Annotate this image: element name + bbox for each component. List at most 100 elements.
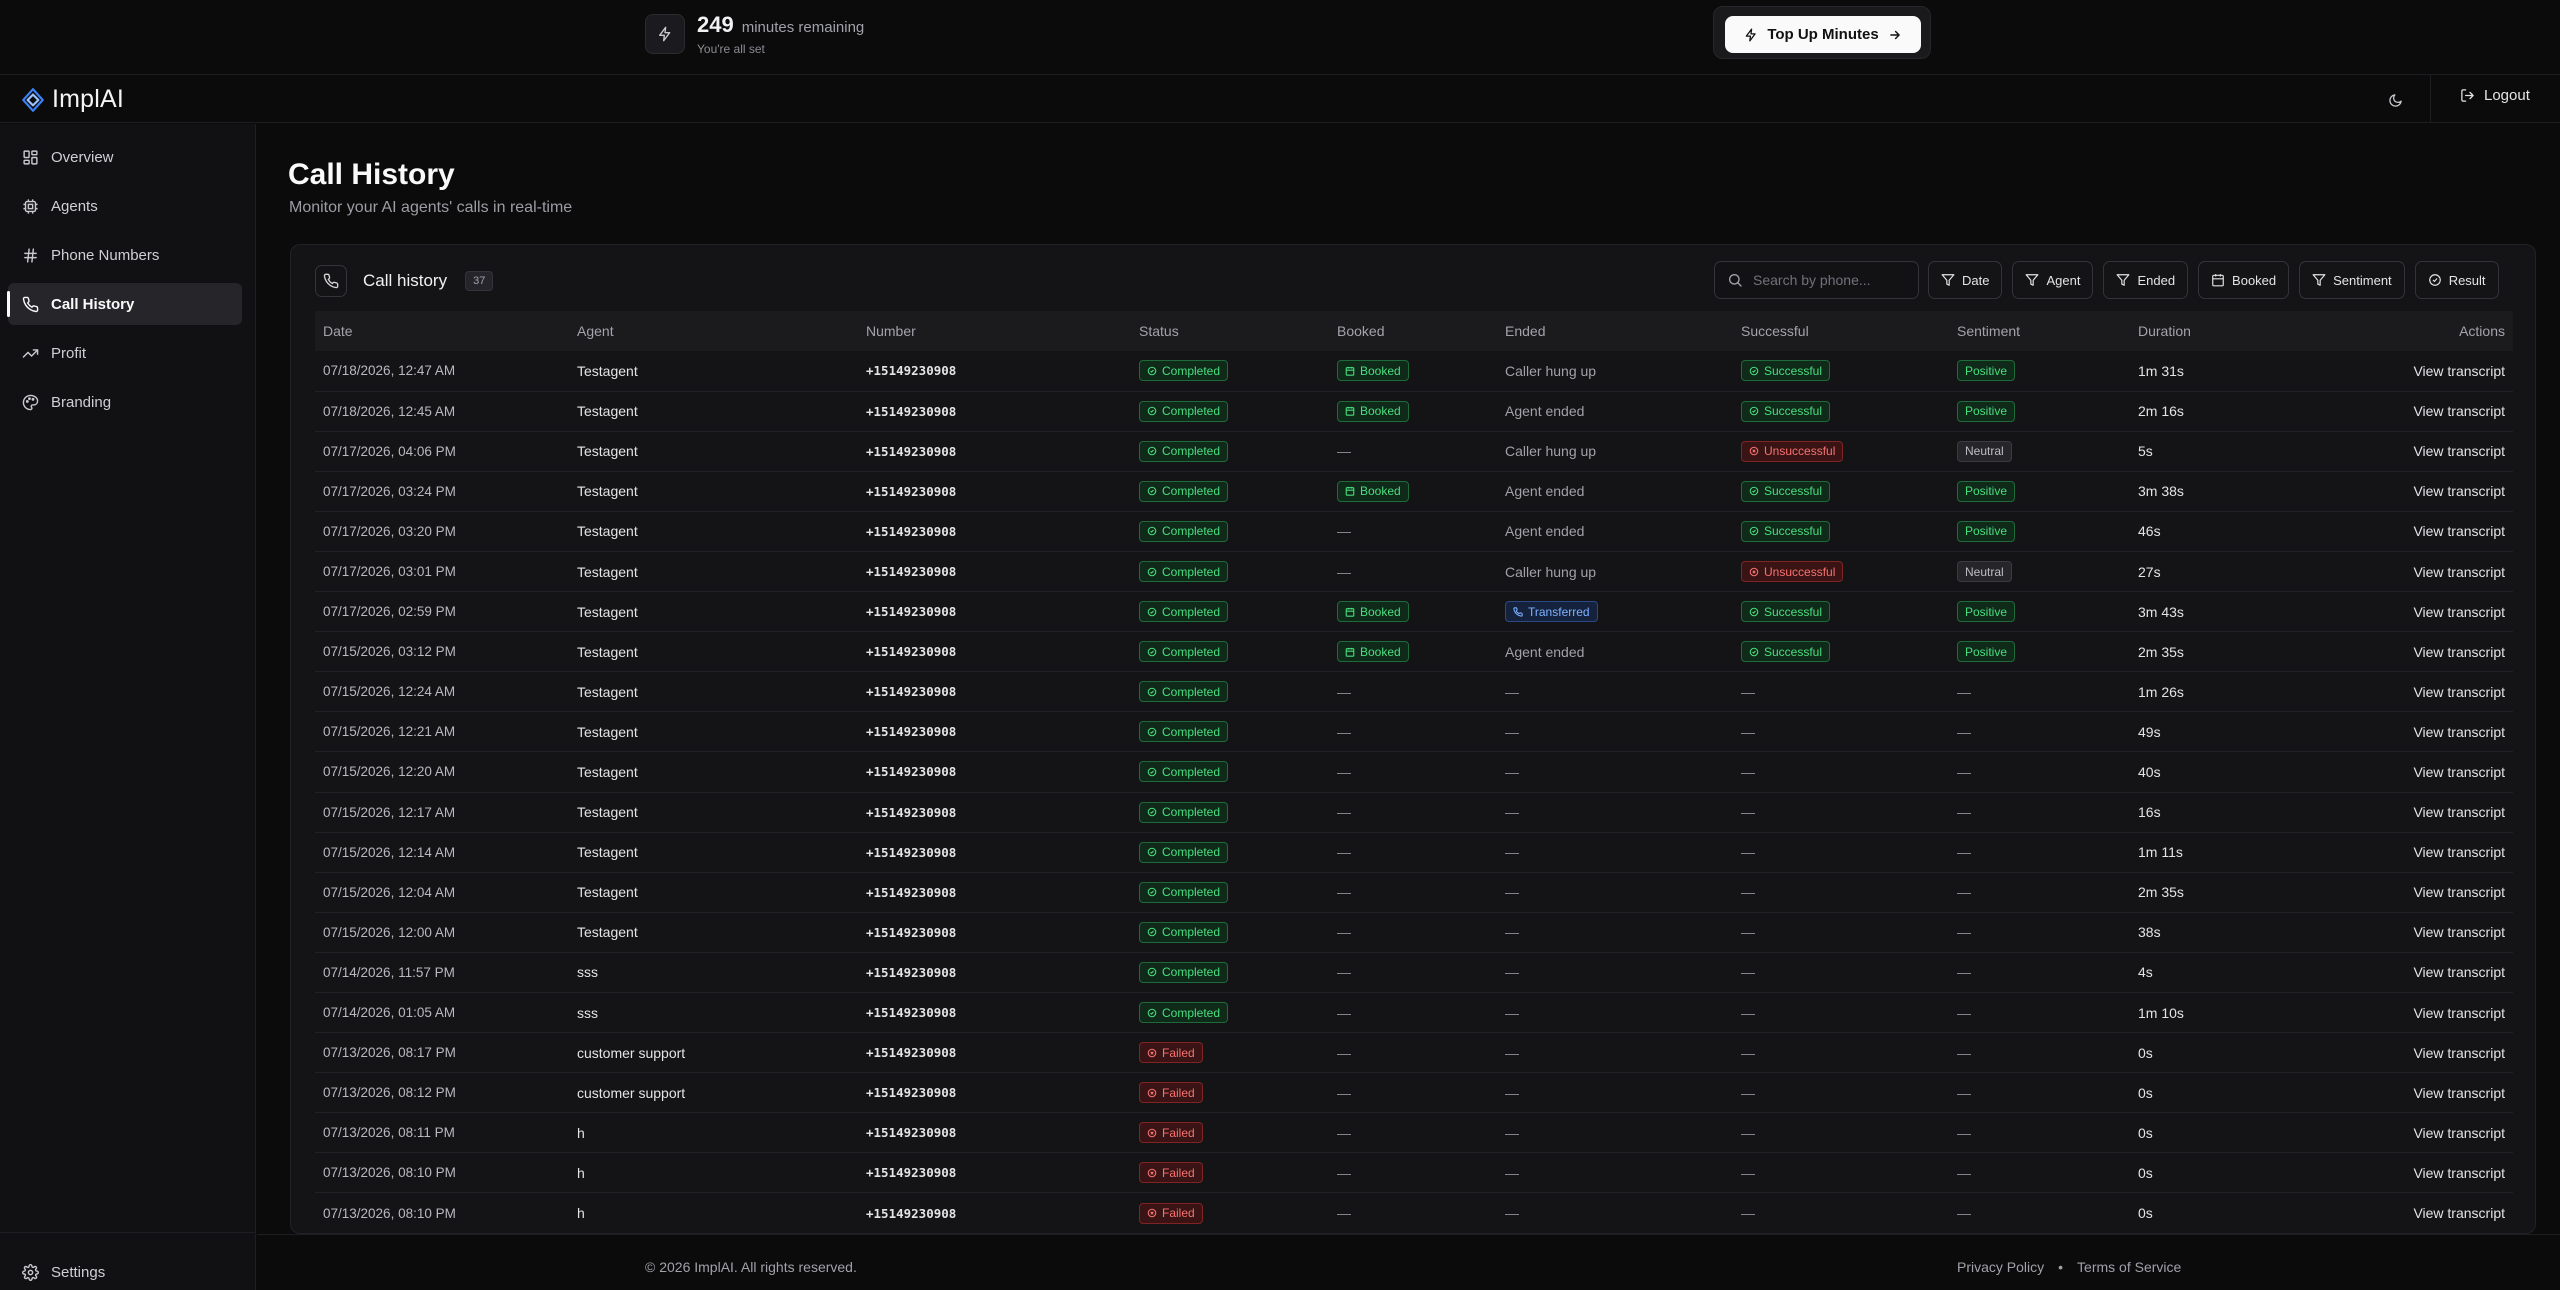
filter-result-button[interactable]: Result xyxy=(2414,261,2499,299)
cell-sentiment: — xyxy=(1957,1124,1971,1141)
filter-icon xyxy=(2312,274,2326,286)
cpu-icon xyxy=(23,198,38,214)
view-transcript-link[interactable]: View transcript xyxy=(2413,1085,2505,1101)
successful-badge-label: Successful xyxy=(1764,484,1823,499)
cell-booked: — xyxy=(1337,763,1351,780)
view-transcript-link[interactable]: View transcript xyxy=(2413,1005,2505,1021)
view-transcript-link[interactable]: View transcript xyxy=(2413,644,2505,660)
terms-link[interactable]: Terms of Service xyxy=(2077,1259,2181,1275)
view-transcript-link[interactable]: View transcript xyxy=(2413,1125,2505,1141)
cell-number: +15149230908 xyxy=(866,604,957,620)
settings-link[interactable]: Settings xyxy=(22,1264,105,1281)
cell-successful: — xyxy=(1741,1004,1755,1021)
page-title: Call History xyxy=(288,158,455,191)
view-transcript-link[interactable]: View transcript xyxy=(2413,1205,2505,1221)
cell-duration: 38s xyxy=(2138,924,2161,941)
cell-successful: Successful xyxy=(1733,471,1949,511)
call-history-card: Call history 37 Date Agent Ended Booked … xyxy=(290,244,2536,1234)
cell-date: 07/13/2026, 08:10 PM xyxy=(323,1205,456,1221)
card-header: Call history 37 xyxy=(315,265,494,297)
view-transcript-link[interactable]: View transcript xyxy=(2413,604,2505,620)
cell-ended: Agent ended xyxy=(1505,483,1585,500)
sidebar-item-agents[interactable]: Agents xyxy=(8,185,242,227)
filter-ended-button[interactable]: Ended xyxy=(2103,261,2189,299)
top-up-button[interactable]: Top Up Minutes xyxy=(1725,16,1921,53)
filter-date-button[interactable]: Date xyxy=(1928,261,2003,299)
filter-label: Booked xyxy=(2232,272,2277,288)
cell-sentiment: — xyxy=(1957,1164,1971,1181)
view-transcript-link[interactable]: View transcript xyxy=(2413,964,2505,980)
cell-ended: Caller hung up xyxy=(1505,362,1597,379)
view-transcript-link[interactable]: View transcript xyxy=(2413,363,2505,379)
cell-status: Completed xyxy=(1131,431,1329,471)
view-transcript-link[interactable]: View transcript xyxy=(2413,443,2505,459)
column-header-date[interactable]: Date xyxy=(315,311,569,351)
sidebar-item-branding[interactable]: Branding xyxy=(8,381,242,423)
page-subtitle: Monitor your AI agents' calls in real-ti… xyxy=(289,199,573,216)
sidebar-item-profit[interactable]: Profit xyxy=(8,332,242,374)
view-transcript-link[interactable]: View transcript xyxy=(2413,523,2505,539)
logout-button[interactable]: Logout xyxy=(2460,87,2530,104)
cell-ended: — xyxy=(1505,723,1519,740)
view-transcript-link[interactable]: View transcript xyxy=(2413,844,2505,860)
successful-badge-label: Successful xyxy=(1764,644,1823,659)
bolt-icon xyxy=(645,14,685,54)
filter-icon xyxy=(2117,274,2130,286)
view-transcript-link[interactable]: View transcript xyxy=(2413,483,2505,499)
view-transcript-link[interactable]: View transcript xyxy=(2413,1165,2505,1181)
phone-icon xyxy=(315,265,347,297)
count-badge: 37 xyxy=(465,271,494,291)
check-circle-icon xyxy=(1147,807,1157,817)
column-header-successful[interactable]: Successful xyxy=(1733,311,1949,351)
column-header-agent[interactable]: Agent xyxy=(569,311,858,351)
column-header-sentiment[interactable]: Sentiment xyxy=(1949,311,2130,351)
card-title: Call history xyxy=(363,271,448,290)
cell-sentiment: Neutral xyxy=(1949,431,2130,471)
search-field[interactable] xyxy=(1714,261,1919,299)
sidebar-item-call-history[interactable]: Call History xyxy=(7,283,242,325)
column-header-status[interactable]: Status xyxy=(1131,311,1329,351)
cell-duration: 0s xyxy=(2138,1124,2153,1141)
filter-agent-button[interactable]: Agent xyxy=(2012,261,2094,299)
filter-booked-button[interactable]: Booked xyxy=(2198,261,2290,299)
column-header-booked[interactable]: Booked xyxy=(1329,311,1497,351)
view-transcript-link[interactable]: View transcript xyxy=(2413,924,2505,940)
view-transcript-link[interactable]: View transcript xyxy=(2413,684,2505,700)
column-header-ended[interactable]: Ended xyxy=(1497,311,1733,351)
view-transcript-link[interactable]: View transcript xyxy=(2413,884,2505,900)
view-transcript-link[interactable]: View transcript xyxy=(2413,403,2505,419)
theme-toggle-button[interactable] xyxy=(2380,87,2410,113)
status-badge: Completed xyxy=(1139,761,1229,783)
logout-label: Logout xyxy=(2484,87,2530,104)
cell-successful: — xyxy=(1741,844,1755,861)
check-circle-icon xyxy=(1147,567,1157,577)
table-row: 07/13/2026, 08:12 PM customer support +151… xyxy=(315,1073,2513,1113)
cell-ended: — xyxy=(1505,924,1519,941)
privacy-link[interactable]: Privacy Policy xyxy=(1957,1259,2044,1275)
column-header-duration[interactable]: Duration xyxy=(2130,311,2280,351)
cell-number: +15149230908 xyxy=(866,443,957,459)
cell-date: 07/17/2026, 04:06 PM xyxy=(323,443,456,459)
sidebar-item-overview[interactable]: Overview xyxy=(8,136,242,178)
cell-ended: — xyxy=(1505,1164,1519,1181)
minutes-count: 249 xyxy=(697,12,734,37)
view-transcript-link[interactable]: View transcript xyxy=(2413,804,2505,820)
view-transcript-link[interactable]: View transcript xyxy=(2413,724,2505,740)
filter-sentiment-button[interactable]: Sentiment xyxy=(2299,261,2405,299)
table-row: 07/17/2026, 02:59 PM Testagent +1514923090… xyxy=(315,592,2513,632)
cell-actions: View transcript xyxy=(2280,511,2513,551)
sidebar-item-phone-numbers[interactable]: Phone Numbers xyxy=(8,234,242,276)
search-input[interactable] xyxy=(1753,272,1903,288)
table-row: 07/15/2026, 12:20 AM Testagent +1514923090… xyxy=(315,752,2513,793)
cell-sentiment: — xyxy=(1957,844,1971,861)
view-transcript-link[interactable]: View transcript xyxy=(2413,764,2505,780)
view-transcript-link[interactable]: View transcript xyxy=(2413,1045,2505,1061)
view-transcript-link[interactable]: View transcript xyxy=(2413,564,2505,580)
sidebar-item-label: Branding xyxy=(51,393,112,411)
cell-duration: 3m 43s xyxy=(2138,603,2184,620)
cell-date: 07/14/2026, 11:57 PM xyxy=(323,964,455,980)
column-header-number[interactable]: Number xyxy=(858,311,1131,351)
cell-ended: Agent ended xyxy=(1505,643,1585,660)
brand-logo[interactable]: ImplAI xyxy=(20,85,124,114)
booked-badge: Booked xyxy=(1337,601,1409,623)
